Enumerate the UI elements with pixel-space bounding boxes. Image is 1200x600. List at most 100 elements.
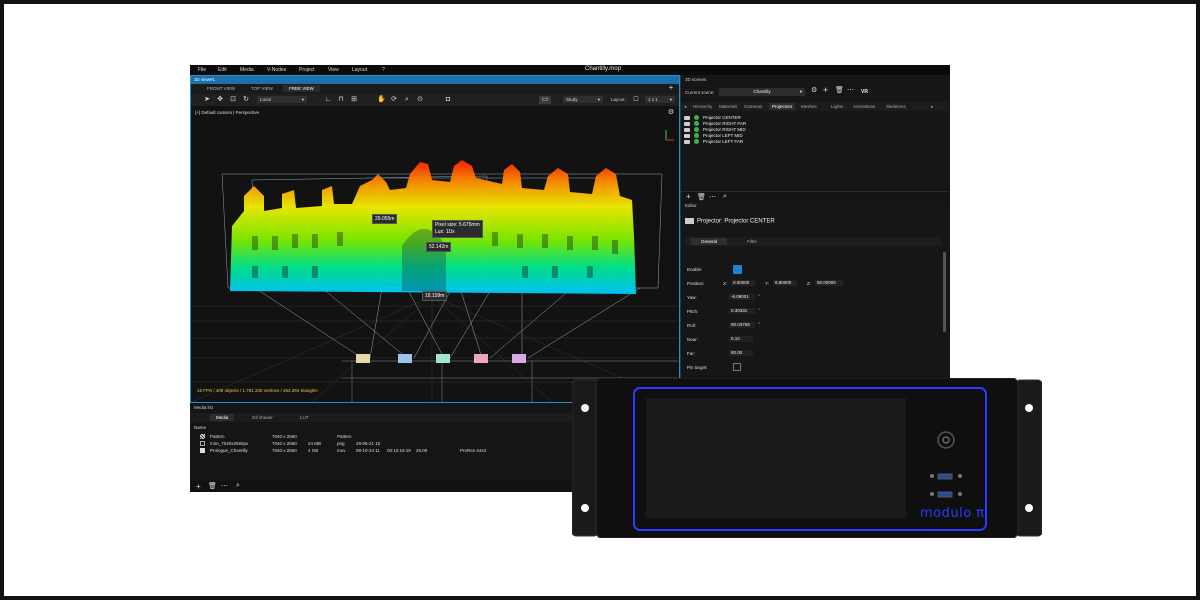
tab-animations[interactable]: Animations	[853, 104, 875, 109]
layout-dropdown-value: 1 x 1	[648, 97, 658, 102]
gear-icon[interactable]: ⚙	[811, 86, 817, 94]
projector-name: Projector LEFT MID	[703, 133, 743, 138]
position-z-field[interactable]: 50.00000	[815, 280, 843, 286]
pitch-field[interactable]: 0.30331	[729, 308, 755, 314]
search-icon[interactable]: ⌕	[723, 193, 727, 201]
menu-layout[interactable]: Layout	[352, 67, 367, 73]
roll-field[interactable]: 90.03759	[729, 322, 755, 328]
media-date: 29-06-21 10	[356, 441, 381, 446]
mode-dropdown[interactable]: Study ▾	[563, 96, 603, 103]
power-button[interactable]	[918, 430, 938, 450]
list-item[interactable]: Projector LEFT FAR	[684, 139, 944, 145]
status-on-icon[interactable]	[694, 133, 699, 138]
menu-project[interactable]: Project	[299, 67, 315, 73]
tab-materials[interactable]: Materials	[719, 104, 737, 109]
orbit-icon[interactable]: ⟳	[390, 96, 398, 104]
snap-grid-icon[interactable]: ⊞	[350, 96, 358, 104]
camera-snapshot-icon[interactable]: ◘	[444, 96, 452, 104]
media-type: png	[337, 441, 345, 446]
tab-front-view[interactable]: FRONT VIEW	[207, 86, 235, 91]
pin-target-checkbox[interactable]	[733, 363, 741, 371]
tab-hierarchy[interactable]: Hierarchy	[693, 104, 712, 109]
move-icon[interactable]: ✥	[216, 96, 224, 104]
snap-edge-icon[interactable]: ⊓	[337, 96, 345, 104]
near-field[interactable]: 0.10	[729, 336, 753, 342]
editor-scrollbar[interactable]	[943, 252, 946, 332]
scene-graphics	[192, 130, 678, 402]
lux-text: Lux: 11lx	[435, 229, 455, 235]
media-type: Pattern	[337, 434, 352, 439]
zoom-icon[interactable]: ⌕	[403, 96, 411, 104]
current-scene-dropdown[interactable]: Chantilly ▾	[719, 88, 805, 96]
tab-lights[interactable]: Lights	[831, 104, 843, 109]
far-label: Far:	[687, 351, 696, 356]
z-label: Z:	[807, 281, 811, 286]
degree-dropdown-icon[interactable]: °	[758, 308, 760, 313]
status-on-icon[interactable]	[694, 121, 699, 126]
tab-free-view[interactable]: FREE VIEW	[283, 85, 320, 92]
view-tabs: FRONT VIEW TOP VIEW FREE VIEW +	[191, 84, 679, 94]
enable-label: Enable:	[687, 267, 703, 272]
tab-cameras[interactable]: Cameras	[744, 104, 762, 109]
pixel-size-text: Pixel size: 5.675mm	[435, 222, 480, 228]
space-dropdown[interactable]: Local ▾	[257, 96, 307, 103]
menu-vnodes[interactable]: V-Nodes	[267, 67, 286, 73]
media-type: mov	[337, 448, 346, 453]
add-scene-icon[interactable]: +	[823, 85, 828, 95]
position-y-field[interactable]: 8.80000	[773, 280, 797, 286]
add-icon[interactable]: +	[686, 192, 691, 201]
frame-all-icon[interactable]: ⊙	[416, 96, 424, 104]
nav-left-icon[interactable]: ◂	[684, 104, 686, 110]
tab-general[interactable]: General	[691, 238, 728, 245]
status-on-icon[interactable]	[694, 127, 699, 132]
tab-filter[interactable]: Filter	[747, 239, 757, 244]
pattern-thumbnail-icon	[200, 434, 205, 439]
brand-logo: modulo π	[920, 506, 985, 521]
scale-icon[interactable]: ⊡	[229, 96, 237, 104]
degree-dropdown-icon[interactable]: °	[758, 322, 760, 327]
menu-view[interactable]: View	[328, 67, 339, 73]
far-field[interactable]: 80.00	[729, 350, 753, 356]
status-on-icon[interactable]	[694, 139, 699, 144]
menu-help[interactable]: ?	[382, 67, 385, 73]
menu-media[interactable]: Media	[240, 67, 254, 73]
tab-top-view[interactable]: TOP VIEW	[251, 86, 273, 91]
rotate-icon[interactable]: ↻	[242, 96, 250, 104]
nav-right-icon[interactable]: ▸	[931, 104, 933, 110]
scenes-pane-title: 3D scenes	[685, 77, 707, 82]
hand-pan-icon[interactable]: ✋	[377, 96, 386, 104]
position-x-field[interactable]: 0.00000	[731, 280, 755, 286]
more-icon[interactable]: ⋯	[847, 86, 854, 94]
tab-media[interactable]: Media	[210, 414, 235, 421]
search-icon[interactable]: ⌕	[236, 482, 240, 490]
3d-scene[interactable]: 29.055m Pixel size: 5.675mm Lux: 11lx 52.…	[192, 116, 678, 402]
layout-grid-icon[interactable]: ☐	[632, 96, 640, 104]
trash-icon[interactable]: 🗑	[208, 482, 217, 490]
image-thumbnail-icon	[200, 441, 205, 446]
status-on-icon[interactable]	[694, 115, 699, 120]
tab-projectors[interactable]: Projectors	[769, 103, 796, 110]
select-arrow-icon[interactable]: ➤	[203, 96, 211, 104]
add-view-icon[interactable]: +	[667, 84, 675, 92]
more-icon[interactable]: ⋯	[709, 193, 716, 201]
layout-dropdown[interactable]: 1 x 1 ▾	[645, 96, 675, 103]
yaw-field[interactable]: -6.08001	[729, 294, 755, 300]
menu-file[interactable]: File	[198, 67, 206, 73]
trash-icon[interactable]: 🗑	[835, 86, 844, 94]
more-icon[interactable]: ⋯	[221, 482, 228, 490]
media-date: 09-10-24 11	[356, 448, 380, 453]
tab-lut[interactable]: LUT	[300, 415, 309, 420]
trash-icon[interactable]: 🗑	[697, 193, 706, 201]
tab-meshes[interactable]: Meshes	[801, 104, 817, 109]
vr-goggles-icon[interactable]: ▭	[539, 96, 551, 104]
media-resolution: 7040 x 2560	[272, 434, 297, 439]
projector-icon	[684, 128, 690, 132]
menu-edit[interactable]: Edit	[218, 67, 227, 73]
degree-dropdown-icon[interactable]: °	[758, 294, 760, 299]
enable-checkbox[interactable]	[733, 265, 742, 274]
tab-skeletons[interactable]: Skeletons	[886, 104, 906, 109]
add-icon[interactable]: +	[196, 482, 201, 491]
vr-toggle[interactable]: VR	[861, 89, 868, 95]
snap-corner-icon[interactable]: ∟	[324, 96, 332, 104]
tab-gif-shader[interactable]: Gif shader	[252, 415, 273, 420]
